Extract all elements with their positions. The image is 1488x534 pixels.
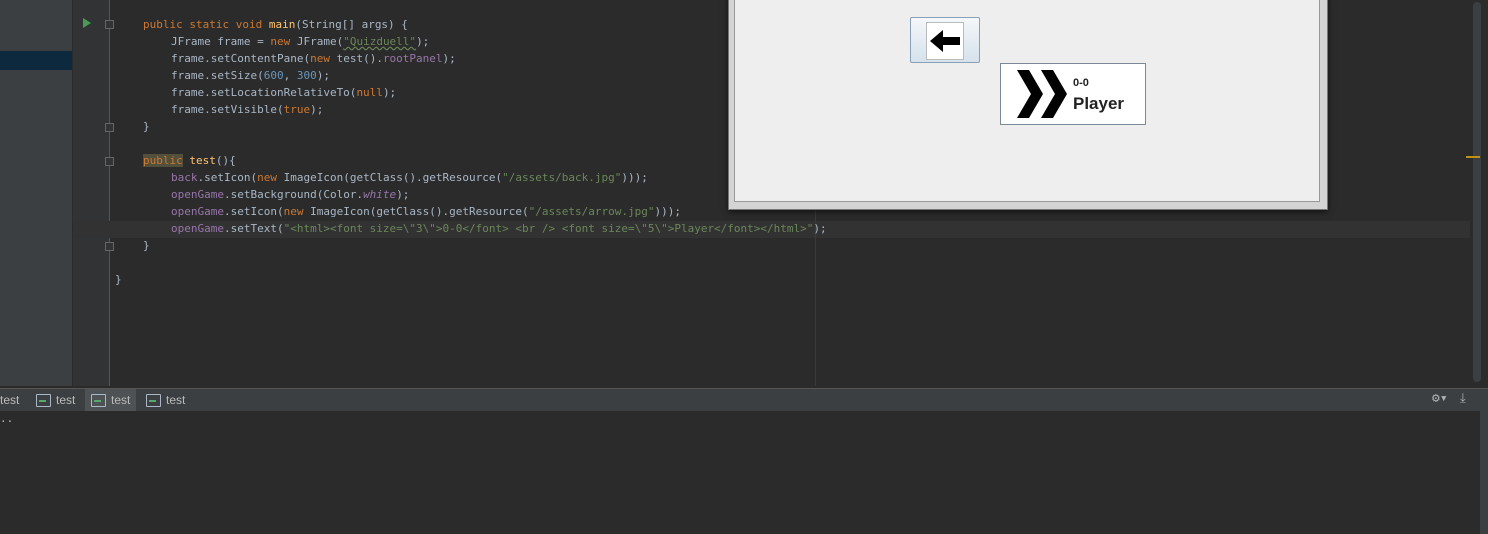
code-line-11[interactable]: openGame.setIcon(new ImageIcon(getClass(… <box>171 203 681 220</box>
fold-marker-icon[interactable] <box>105 20 114 29</box>
code-line-5[interactable]: frame.setLocationRelativeTo(null); <box>171 84 396 101</box>
quizduell-window: 0-0 Player <box>728 0 1328 210</box>
code-line-9[interactable]: back.setIcon(new ImageIcon(getClass().ge… <box>171 169 648 186</box>
code-line-14[interactable]: } <box>115 271 122 288</box>
run-console-icon <box>91 393 106 407</box>
code-line-13[interactable]: } <box>143 237 150 254</box>
error-stripe-marker[interactable] <box>1466 156 1480 158</box>
code-line-1[interactable]: public static void main(String[] args) { <box>143 16 408 33</box>
run-tool-window-tabs: test test test test <box>0 388 1488 412</box>
gear-icon[interactable]: ⚙▾ <box>1432 392 1448 406</box>
code-line-4[interactable]: frame.setSize(600, 300); <box>171 67 330 84</box>
fold-marker-icon[interactable] <box>105 123 114 132</box>
run-console-icon <box>146 393 161 407</box>
run-tab[interactable]: test <box>85 389 137 411</box>
run-console-icon <box>36 393 51 407</box>
editor-vertical-scrollbar[interactable] <box>1470 0 1488 386</box>
fold-marker-icon[interactable] <box>105 242 114 251</box>
run-tab[interactable]: test <box>140 389 191 411</box>
tab-label: test <box>56 393 76 407</box>
code-line-8[interactable]: public test(){ <box>143 152 236 169</box>
open-game-button[interactable]: 0-0 Player <box>1000 63 1146 125</box>
code-line-3[interactable]: frame.setContentPane(new test().rootPane… <box>171 50 456 67</box>
selected-tree-item[interactable] <box>0 51 72 70</box>
tab-label: test <box>111 393 131 407</box>
project-panel-edge[interactable] <box>0 0 73 386</box>
fold-marker-icon[interactable] <box>105 157 114 166</box>
run-main-icon[interactable] <box>83 18 91 28</box>
back-arrow-icon <box>926 22 964 60</box>
console-text: .. <box>0 412 14 425</box>
scrollbar-thumb[interactable] <box>1473 2 1481 382</box>
back-button[interactable] <box>910 17 980 63</box>
double-chevron-icon <box>1017 70 1067 118</box>
player-label: Player <box>1073 94 1125 113</box>
root-panel: 0-0 Player <box>734 0 1320 202</box>
editor-gutter <box>73 0 110 386</box>
score-label: 0-0 <box>1073 77 1089 89</box>
run-tab[interactable]: test <box>30 389 81 411</box>
run-console-output[interactable]: .. <box>0 411 1480 534</box>
console-scrollbar[interactable] <box>1480 411 1488 534</box>
code-line-6[interactable]: frame.setVisible(true); <box>171 101 323 118</box>
tab-label: test <box>166 393 186 407</box>
tab-label: test <box>0 393 20 407</box>
code-line-12[interactable]: openGame.setText("<html><font size=\"3\"… <box>171 220 827 237</box>
code-line-7[interactable]: } <box>143 118 150 135</box>
code-line-10[interactable]: openGame.setBackground(Color.white); <box>171 186 409 203</box>
code-line-2[interactable]: JFrame frame = new JFrame("Quizduell"); <box>171 33 429 50</box>
run-tab[interactable]: test <box>0 389 26 411</box>
hide-panel-icon[interactable]: ⤓ <box>1460 392 1474 406</box>
